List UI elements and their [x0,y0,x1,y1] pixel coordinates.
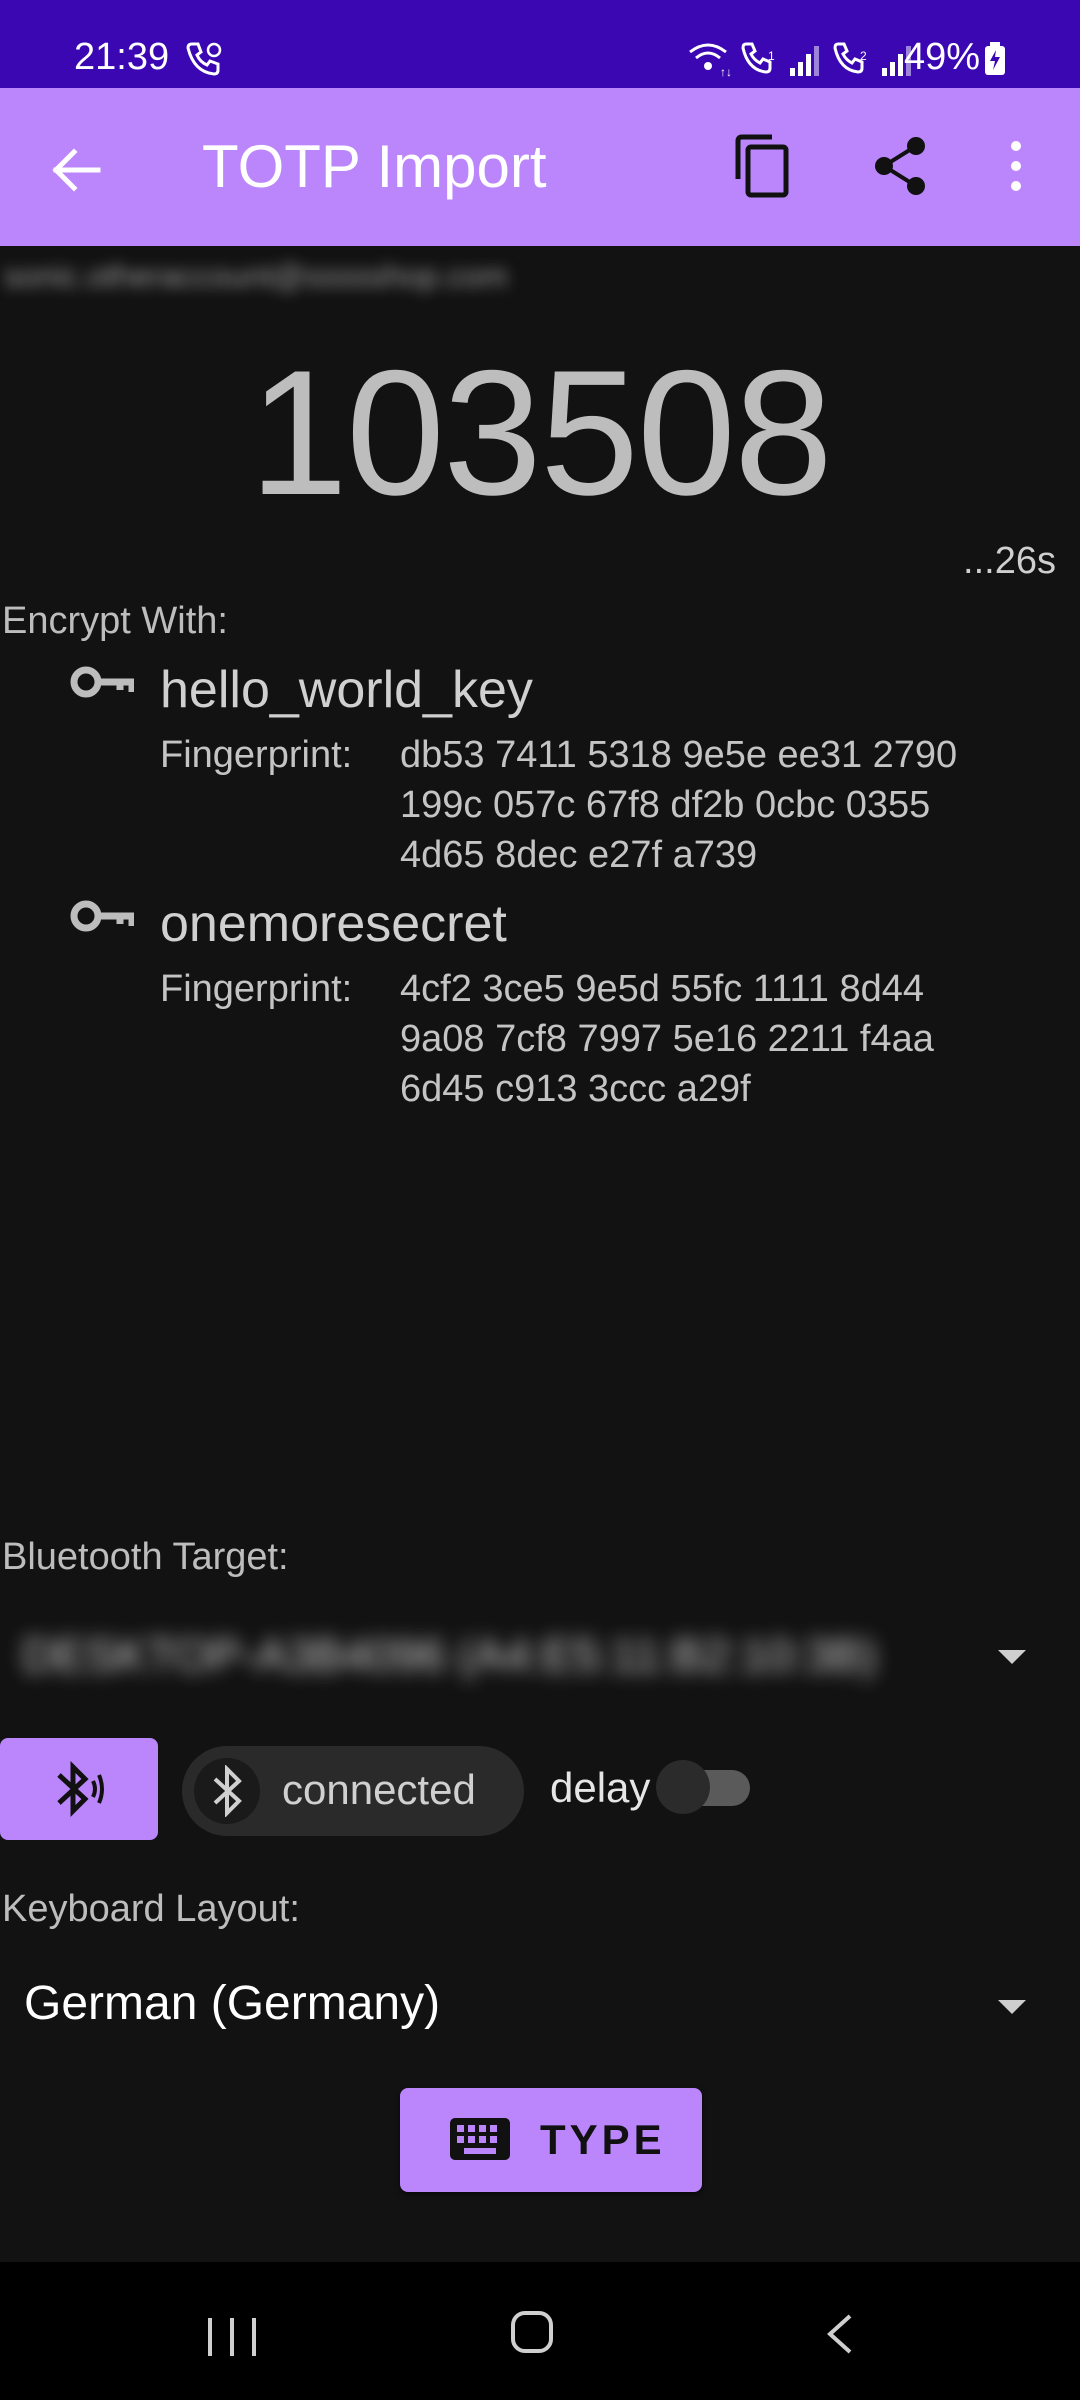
recent-apps-icon[interactable] [204,2316,260,2358]
svg-text:1: 1 [768,49,775,63]
more-options-button[interactable] [976,126,1056,206]
keyboard-layout-value: German (Germany) [24,1977,441,2030]
fingerprint-line: 4cf2 3ce5 9e5d 55fc 1111 8d44 [400,968,924,1010]
key-icon [70,666,134,698]
bluetooth-discoverable-button[interactable] [0,1738,158,1840]
battery-charging-icon [985,42,1005,75]
key-icon [70,900,134,932]
fingerprint-value: db53 7411 5318 9e5e ee31 2790 199c 057c … [400,730,957,880]
fingerprint-line: 6d45 c913 3ccc a29f [400,1068,751,1110]
account-label: sonic.otheraccount@ssssshop.com [4,258,508,294]
fingerprint-line: 9a08 7cf8 7997 5e16 2211 f4aa [400,1018,934,1060]
otp-code[interactable]: 103508 [0,330,1080,535]
wifi-call-icon [186,42,222,76]
volte-sim2-icon: 2 [833,42,867,74]
battery-percent: 49% [904,36,981,78]
fingerprint-label: Fingerprint: [160,968,353,1010]
app-bar: TOTP Import [0,88,1080,246]
fingerprint-line: db53 7411 5318 9e5e ee31 2790 [400,734,958,776]
keyboard-layout-label: Keyboard Layout: [2,1888,300,1930]
type-button[interactable]: TYPE [400,2088,702,2192]
fingerprint-value: 4cf2 3ce5 9e5d 55fc 1111 8d44 9a08 7cf8 … [400,964,934,1114]
signal-sim1-bars-icon [790,46,819,76]
page-title: TOTP Import [202,133,547,200]
svg-text:2: 2 [860,49,867,63]
keyboard-layout-dropdown[interactable]: German (Germany) [0,1960,1080,2050]
keyboard-icon [450,2118,510,2160]
encrypt-with-label: Encrypt With: [2,600,228,642]
bluetooth-target-dropdown[interactable]: DESKTOP-A3B4096 (A4:E5:11:B2:10:3B) [0,1610,1080,1700]
toggle-thumb [656,1760,710,1814]
share-icon [875,137,925,195]
chevron-down-icon [998,2000,1026,2014]
fingerprint-line: 4d65 8dec e27f a739 [400,834,758,876]
back-button[interactable] [36,130,116,210]
share-button[interactable] [860,126,940,206]
svg-text:↑↓: ↑↓ [720,65,732,78]
bluetooth-target-label: Bluetooth Target: [2,1536,289,1578]
bluetooth-target-value: DESKTOP-A3B4096 (A4:E5:11:B2:10:3B) [22,1629,877,1681]
back-icon[interactable] [820,2312,860,2356]
connection-status-chip: connected [182,1746,524,1836]
countdown: ...26s [963,540,1056,582]
home-icon[interactable] [510,2310,554,2354]
copy-icon [735,134,789,198]
fingerprint-label: Fingerprint: [160,734,353,776]
type-button-label: TYPE [540,2116,666,2163]
connection-status-text: connected [282,1766,476,1813]
fingerprint-line: 199c 057c 67f8 df2b 0cbc 0355 [400,784,931,826]
key-name: onemoresecret [160,895,507,953]
system-nav-bar [0,2262,1080,2400]
signal-sim1-icon: 1 [741,42,775,74]
more-vert-icon [1011,141,1021,191]
copy-button[interactable] [722,126,802,206]
bluetooth-icon [194,1758,260,1824]
status-icons: ↑↓ 1 2 [686,38,916,78]
volte-icon: ↑↓ [689,43,732,78]
chevron-down-icon [998,1650,1026,1664]
delay-label: delay [550,1764,651,1811]
status-bar: 21:39 ↑↓ 1 2 49% [0,0,1080,88]
back-arrow-icon [52,148,101,192]
status-time: 21:39 [74,36,170,78]
bluetooth-searching-icon [57,1760,104,1818]
key-name: hello_world_key [160,661,533,719]
